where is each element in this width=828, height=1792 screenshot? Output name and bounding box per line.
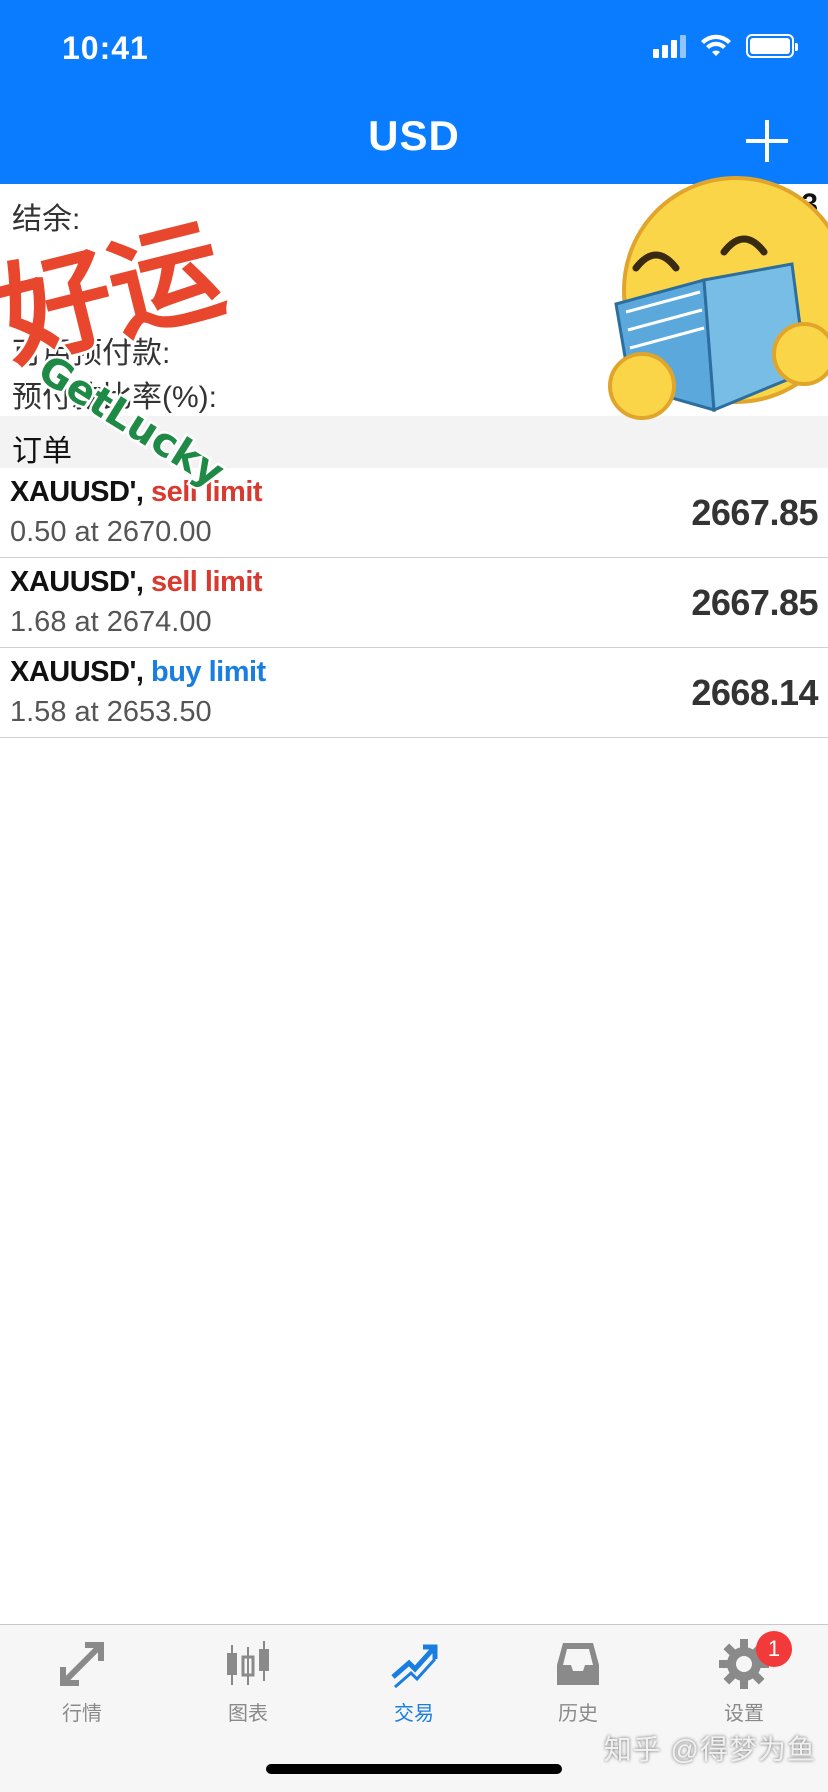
lucky-english-text: GetLucky <box>30 346 232 490</box>
lucky-chinese-text: 好运 <box>0 204 236 385</box>
tab-charts[interactable]: 图表 <box>188 1637 308 1726</box>
tab-label: 图表 <box>228 1703 268 1725</box>
battery-icon <box>746 34 798 58</box>
order-detail: 0.50 at 2670.00 <box>10 516 212 548</box>
order-current-price: 2668.14 <box>691 672 818 713</box>
top-bar: 10:41 USD <box>0 0 828 184</box>
tab-quotes[interactable]: 行情 <box>22 1637 142 1726</box>
order-current-price: 2667.85 <box>691 492 818 533</box>
order-row[interactable]: XAUUSD', buy limit 1.58 at 2653.50 2668.… <box>0 648 828 738</box>
tab-label: 设置 <box>724 1703 764 1725</box>
good-luck-sticker: 好运 GetLucky <box>0 201 239 490</box>
tab-label: 行情 <box>62 1703 102 1725</box>
orders-list: XAUUSD', sell limit 0.50 at 2670.00 2667… <box>0 468 828 738</box>
trade-trend-icon <box>391 1644 438 1689</box>
notification-badge: 1 <box>756 1631 792 1667</box>
order-current-price: 2667.85 <box>691 582 818 623</box>
order-symbol-text: XAUUSD', <box>10 566 144 598</box>
add-order-button[interactable] <box>746 120 788 162</box>
order-symbol: XAUUSD', sell limit <box>10 566 263 599</box>
tab-settings[interactable]: 1 设置 <box>684 1631 804 1726</box>
reading-emoji-sticker <box>608 176 828 420</box>
wifi-icon <box>701 34 731 56</box>
tab-label: 历史 <box>558 1703 598 1725</box>
order-symbol-text: XAUUSD', <box>10 656 144 688</box>
watermark: 知乎 @得梦为鱼 <box>603 1734 816 1765</box>
order-detail: 1.68 at 2674.00 <box>10 606 212 638</box>
home-indicator <box>266 1764 562 1774</box>
status-icons <box>653 34 798 58</box>
tab-label: 交易 <box>394 1703 434 1725</box>
order-type: sell limit <box>150 566 263 598</box>
tab-history[interactable]: 历史 <box>518 1637 638 1726</box>
nav-title: USD <box>368 112 460 159</box>
order-row[interactable]: XAUUSD', sell limit 1.68 at 2674.00 2667… <box>0 558 828 648</box>
cellular-signal-icon <box>653 34 686 58</box>
history-inbox-icon <box>557 1643 599 1685</box>
status-time: 10:41 <box>62 30 149 66</box>
quotes-arrows-icon <box>60 1642 104 1686</box>
order-type: buy limit <box>150 656 266 688</box>
candlestick-chart-icon <box>227 1641 269 1685</box>
order-detail: 1.58 at 2653.50 <box>10 696 212 728</box>
tab-trade[interactable]: 交易 <box>354 1637 474 1726</box>
order-symbol: XAUUSD', buy limit <box>10 656 266 689</box>
